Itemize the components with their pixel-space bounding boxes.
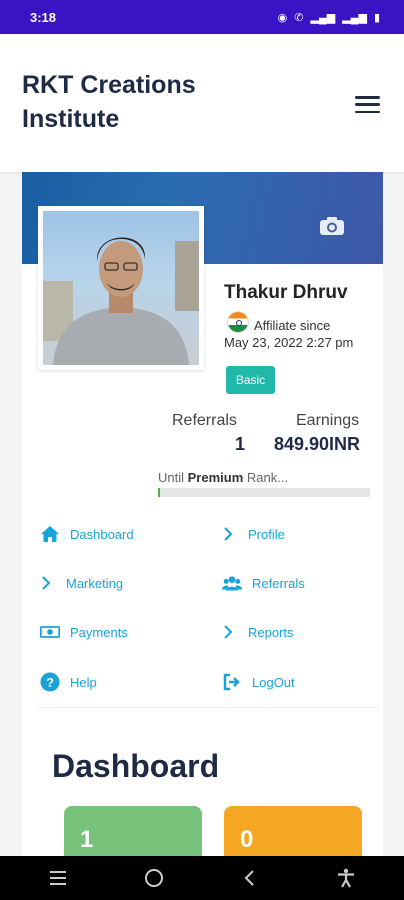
avatar[interactable] [38, 206, 204, 370]
rank-badge: Basic [226, 366, 275, 394]
user-name: Thakur Dhruv [224, 282, 348, 303]
signal-icon-2: ▂▄▆ [342, 11, 367, 24]
profile-panel: Thakur Dhruv Affiliate since May 23, 202… [22, 172, 383, 866]
app-header: RKT Creations Institute [0, 34, 404, 172]
back-button[interactable] [230, 858, 270, 898]
hotspot-icon: ◉ [277, 11, 288, 24]
signal-icon-1: ▂▄▆ [310, 11, 336, 24]
menu-profile-label: Profile [248, 526, 285, 542]
referrals-label: Referrals [172, 412, 237, 429]
earnings-label: Earnings [296, 412, 360, 429]
home-icon [41, 526, 59, 542]
stat-card-orange-value: 0 [240, 826, 254, 853]
menu-reports[interactable]: Reports [218, 622, 294, 642]
avatar-photo [43, 211, 199, 365]
money-icon [40, 626, 60, 638]
wifi-call-icon: ✆ [294, 11, 304, 24]
menu-help-label: Help [70, 674, 97, 690]
chevron-right-icon [224, 625, 233, 639]
menu-referrals-label: Referrals [252, 575, 305, 591]
svg-text:?: ? [46, 675, 54, 690]
menu-dashboard-label: Dashboard [70, 526, 134, 542]
menu-help[interactable]: ? Help [40, 672, 97, 692]
accessibility-icon [338, 868, 354, 888]
rank-progress-fill [158, 488, 161, 497]
recent-apps-icon [50, 871, 66, 885]
menu-logout[interactable]: LogOut [222, 672, 295, 692]
chevron-right-icon [42, 576, 51, 590]
menu-payments[interactable]: Payments [40, 622, 128, 642]
india-flag-icon [228, 312, 248, 332]
menu-dashboard[interactable]: Dashboard [40, 524, 134, 544]
logout-icon [223, 673, 240, 691]
camera-icon[interactable] [319, 216, 345, 236]
recent-apps-button[interactable] [38, 858, 78, 898]
referrals-value: 1 [235, 434, 246, 454]
android-nav-bar [0, 856, 404, 900]
menu-reports-label: Reports [248, 624, 294, 640]
hamburger-menu-icon[interactable] [355, 96, 380, 113]
home-button[interactable] [134, 858, 174, 898]
affiliate-since-date: May 23, 2022 2:27 pm [224, 335, 354, 350]
chevron-right-icon [224, 527, 233, 541]
menu-logout-label: LogOut [252, 674, 295, 690]
stat-card-green-value: 1 [80, 826, 94, 853]
rank-progress-bar [158, 488, 370, 497]
menu-referrals[interactable]: Referrals [222, 573, 305, 593]
accessibility-button[interactable] [326, 858, 366, 898]
earnings-value: 849.90INR [274, 434, 361, 454]
menu-divider [38, 707, 381, 708]
menu-marketing-label: Marketing [66, 575, 124, 591]
users-icon [222, 576, 242, 591]
menu-payments-label: Payments [70, 624, 128, 640]
status-icons: ◉ ✆ ▂▄▆ ▂▄▆ ▮ [278, 11, 380, 24]
back-icon [244, 870, 254, 886]
status-time: 3:18 [30, 9, 57, 25]
battery-icon: ▮ [373, 11, 380, 24]
dashboard-title: Dashboard [52, 748, 220, 784]
help-icon: ? [40, 672, 60, 692]
status-bar: 3:18 ◉ ✆ ▂▄▆ ▂▄▆ ▮ [0, 0, 404, 34]
home-circle-icon [145, 869, 163, 887]
brand-title: RKT Creations Institute [22, 71, 196, 133]
affiliate-since-label: Affiliate since [254, 318, 331, 333]
menu-marketing[interactable]: Marketing [36, 573, 123, 593]
rank-progress-label: Until Premium Rank... [158, 470, 289, 485]
menu-profile[interactable]: Profile [218, 524, 285, 544]
